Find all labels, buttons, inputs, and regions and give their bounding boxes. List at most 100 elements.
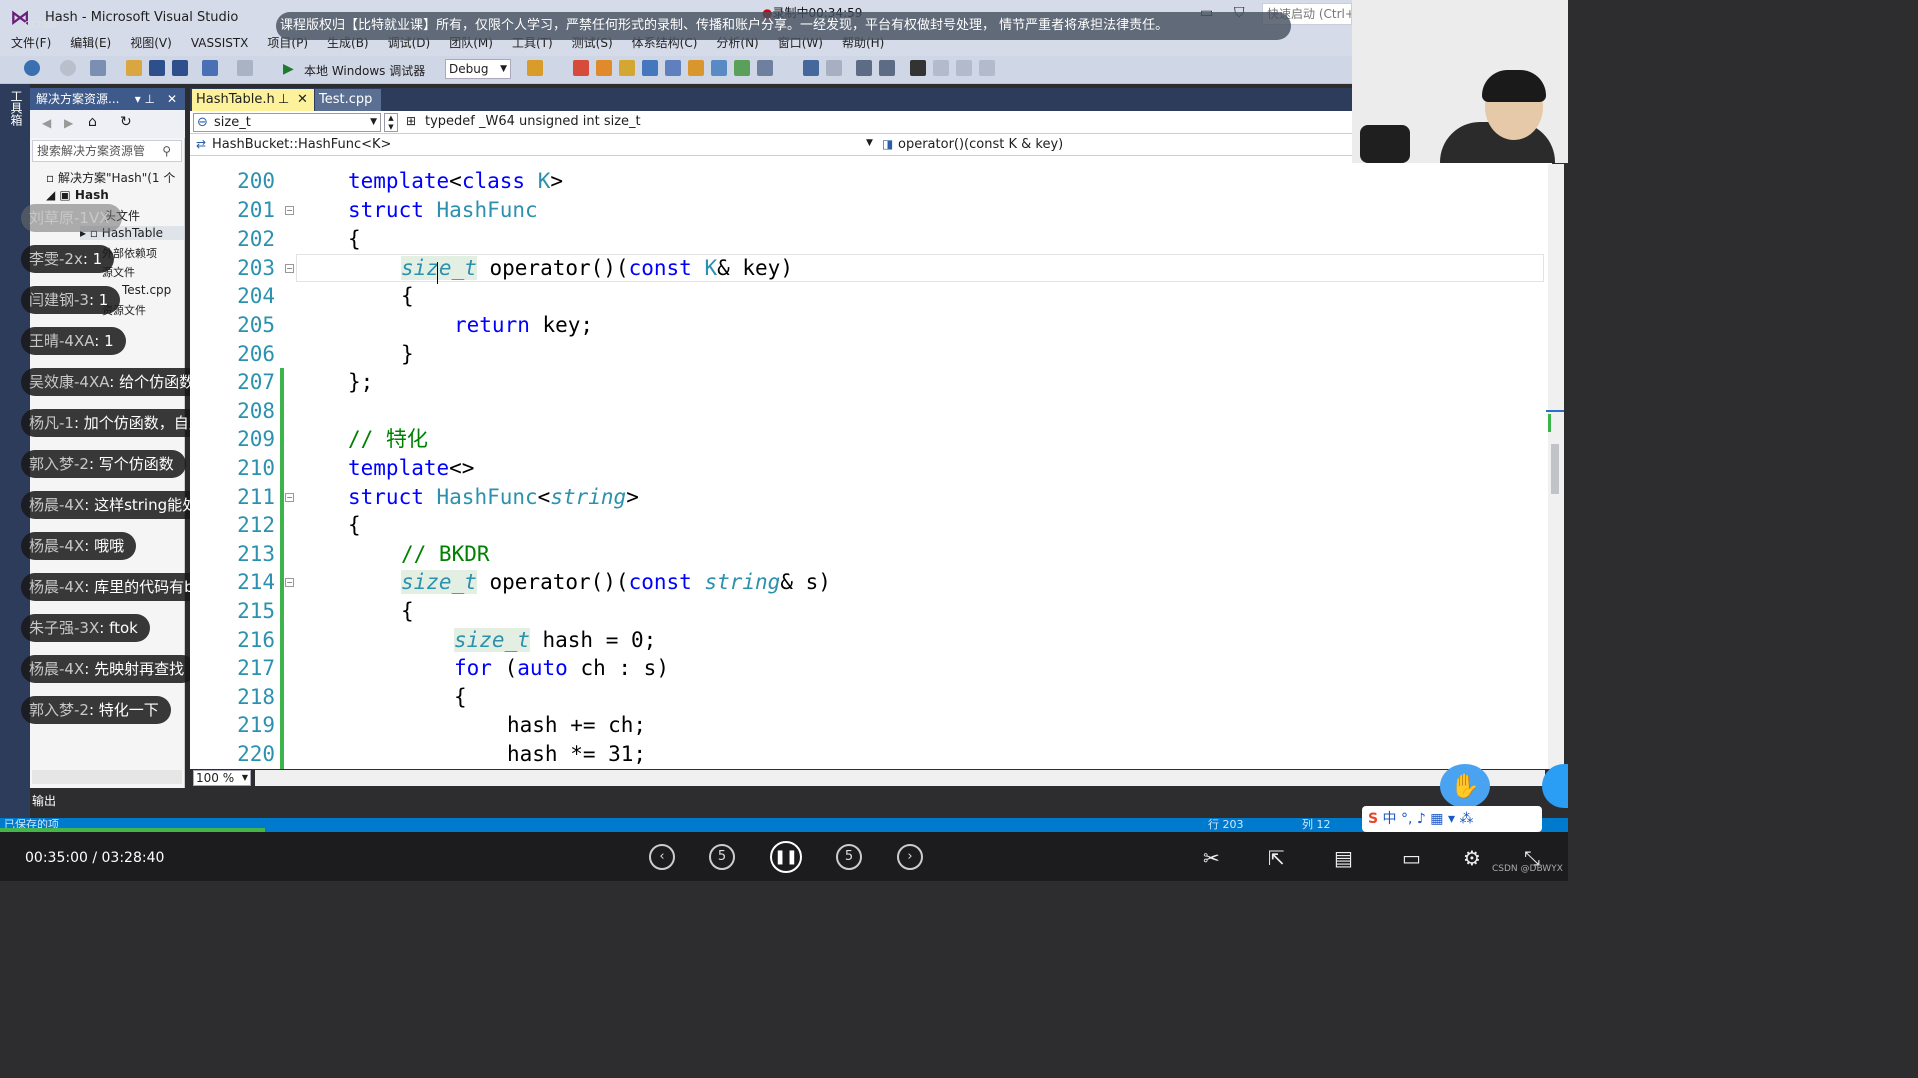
output-panel-tab[interactable]: 输出 [30,788,1570,818]
indent-icon[interactable] [856,60,872,76]
split-button[interactable]: ▲ ▼ [384,113,398,132]
fold-toggle[interactable]: − [285,493,294,502]
tool-icon[interactable] [596,60,612,76]
scroll-thumb[interactable] [1551,444,1559,494]
sogou-logo-icon: S [1368,811,1379,827]
configuration-select[interactable]: Debug ▼ [445,59,511,79]
sync-icon[interactable]: ↻ [120,114,132,130]
pin-icon[interactable]: ⊥ [278,89,289,111]
chevron-down-icon[interactable]: ▼ [866,138,873,148]
method-select[interactable]: operator()(const K & key) [898,137,1063,152]
share-icon[interactable]: ⇱ [1268,846,1285,870]
comment-icon[interactable] [803,60,819,76]
code-line: { [348,513,361,537]
redo-icon[interactable] [237,60,253,76]
check-icon[interactable] [734,60,750,76]
copyright-banner: 课程版权归【比特就业课】所有，仅限个人学习，严禁任何形式的录制、传播和账户分享。… [276,12,1291,40]
menu-file[interactable]: 文件(F) [11,34,51,56]
bug-icon[interactable] [573,60,589,76]
solution-horizontal-scrollbar[interactable] [32,770,182,784]
search-icon[interactable] [642,60,658,76]
close-tab-icon[interactable]: ✕ [297,89,308,111]
raise-hand-icon[interactable]: ✋ [1440,764,1490,808]
tree-file-test[interactable]: Test.cpp [122,283,171,297]
input-method-toolbar[interactable]: S 中 °, ♪ ▦ ▾ ⁂ [1362,806,1542,832]
code-line: { [348,227,361,251]
save-icon[interactable] [149,60,165,76]
scope-select[interactable]: ⊖ size_t ▼ [193,113,381,132]
undo-icon[interactable] [202,60,218,76]
close-icon[interactable]: ✕ [167,88,177,110]
picture-in-picture-icon[interactable]: ▭ [1402,846,1421,870]
class-select[interactable]: HashBucket::HashFunc<K> [212,137,391,152]
editor-vertical-scrollbar[interactable] [1546,164,1564,769]
menu-view[interactable]: 视图(V) [130,34,172,56]
prev-bookmark-icon[interactable] [933,60,949,76]
line-number: 205 [237,313,275,337]
new-project-icon[interactable] [90,60,106,76]
back-icon[interactable] [24,60,40,76]
chevron-down-icon: ▼ [370,117,377,127]
fold-toggle[interactable]: − [285,578,294,587]
danmaku-icon[interactable]: ▤ [1334,846,1353,870]
code-line: struct HashFunc [348,198,538,222]
solution-explorer-header: 解决方案资源... ▾ ⊥ ✕ [30,88,185,110]
fold-toggle[interactable]: − [285,264,294,273]
back-icon[interactable]: ◀ [42,116,51,130]
clear-bookmarks-icon[interactable] [979,60,995,76]
line-number: 201 [237,198,275,222]
bookmark-folder-icon[interactable] [619,60,635,76]
tab-test-cpp[interactable]: Test.cpp [315,89,381,111]
pause-button[interactable]: ❚❚ [770,841,802,873]
previous-icon[interactable]: ‹ [649,844,675,870]
line-number: 213 [237,542,275,566]
forward-icon[interactable] [60,60,76,76]
debugger-target[interactable]: 本地 Windows 调试器 [304,62,425,79]
uncomment-icon[interactable] [826,60,842,76]
step-into-icon[interactable] [688,60,704,76]
home-icon[interactable]: ⌂ [88,114,97,130]
refactor-icon[interactable] [757,60,773,76]
next-icon[interactable]: › [897,844,923,870]
outdent-icon[interactable] [879,60,895,76]
scissors-icon[interactable]: ✂ [1203,846,1220,870]
zoom-select[interactable]: 100 % ▼ [193,770,251,786]
code-line: size_t operator()(const K& key) [401,256,793,280]
line-number: 218 [237,685,275,709]
open-file-icon[interactable] [126,60,142,76]
step-icon[interactable] [665,60,681,76]
line-number: 207 [237,370,275,394]
find-icon[interactable] [527,60,543,76]
tree-solution[interactable]: ▫ 解决方案"Hash"(1 个 [46,169,175,186]
forward-icon[interactable]: ▶ [64,116,73,130]
forward-5-button[interactable]: 5 [836,844,862,870]
type-icon: ⊖ [197,115,208,130]
chat-message: 郭入梦-2: 写个仿函数 [21,450,186,478]
code-line: for (auto ch : s) [454,656,669,680]
settings-icon[interactable]: ⚙ [1463,846,1481,870]
code-line: template<class K> [348,169,563,193]
line-number: 217 [237,656,275,680]
menu-edit[interactable]: 编辑(E) [70,34,111,56]
step-over-icon[interactable] [711,60,727,76]
menu-vassistx[interactable]: VASSISTX [191,34,249,56]
start-debug-icon[interactable]: ▶ [283,60,294,78]
line-number: 214 [237,570,275,594]
next-bookmark-icon[interactable] [956,60,972,76]
rewind-5-button[interactable]: 5 [709,844,735,870]
search-icon[interactable]: ⚲ [162,141,171,161]
solution-search-input[interactable]: 搜索解决方案资源管 ⚲ [32,140,182,162]
fold-toggle[interactable]: − [285,206,294,215]
tree-project-hash[interactable]: ◢ ▣ Hash [46,188,109,202]
editor-horizontal-scrollbar[interactable] [255,770,1545,786]
video-timecode: 00:35:00 / 03:28:40 [25,850,165,866]
code-line: return key; [454,313,594,337]
code-line: size_t operator()(const string& s) [401,570,831,594]
save-all-icon[interactable] [172,60,188,76]
bookmark-icon[interactable] [910,60,926,76]
toolbox-tab[interactable]: 工具箱 [8,90,25,126]
tab-hashtable-h[interactable]: HashTable.h ⊥ [192,89,314,111]
chair [1360,125,1410,163]
pin-icon[interactable]: ▾ ⊥ [135,88,155,110]
watermark: CSDN @DBWYX [1492,864,1563,874]
